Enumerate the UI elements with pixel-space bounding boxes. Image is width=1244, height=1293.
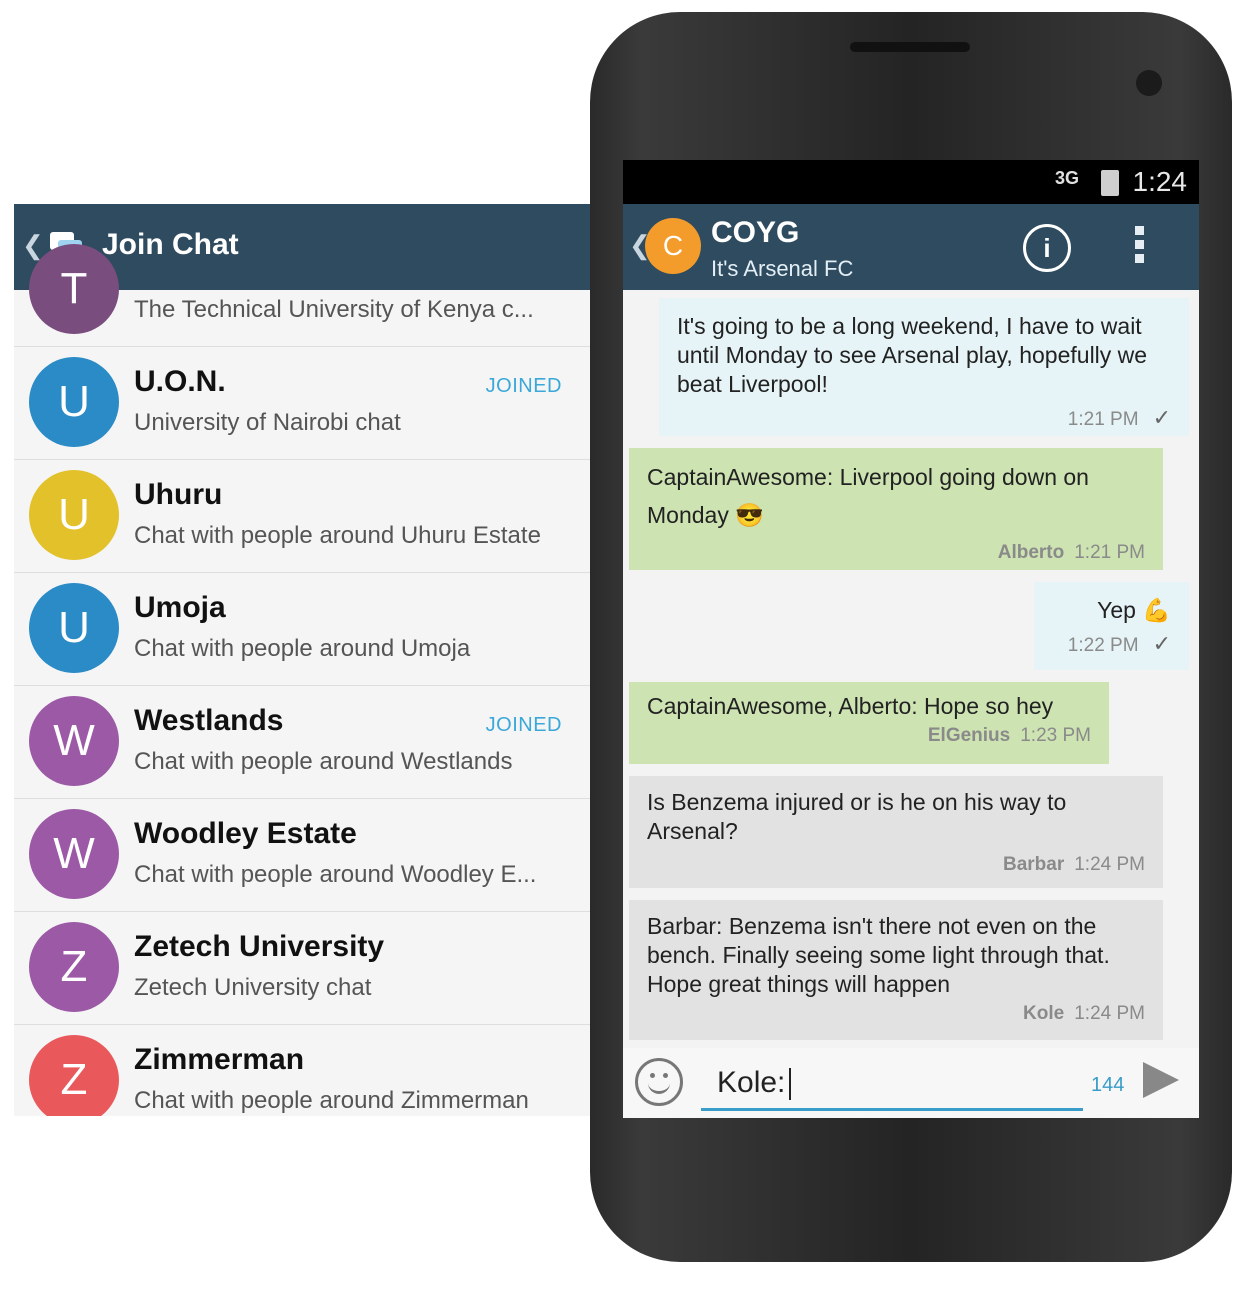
list-item[interactable]: U Umoja Chat with people around Umoja (14, 573, 590, 686)
message-meta: ElGenius 1:23 PM (647, 721, 1091, 750)
list-item-title: U.O.N. (134, 365, 226, 398)
avatar: W (29, 696, 119, 786)
message-meta: Barbar 1:24 PM (647, 850, 1145, 879)
message-composer: Kole: 144 (623, 1048, 1199, 1118)
overflow-menu-icon[interactable] (1135, 226, 1145, 268)
delivered-check-icon: ✓ (1152, 631, 1171, 656)
message-time: 1:24 PM (1074, 854, 1145, 875)
message-text: CaptainAwesome, Alberto: Hope so hey (647, 693, 1054, 719)
info-icon[interactable]: i (1023, 224, 1071, 272)
battery-icon (1101, 170, 1119, 196)
message-text: Is Benzema injured or is he on his way t… (647, 789, 1067, 844)
message-meta: Alberto 1:21 PM (647, 534, 1145, 572)
status-time: 1:24 (1132, 166, 1188, 197)
message-bubble: Yep 💪 1:22 PM ✓ (1034, 582, 1189, 670)
phone-camera (1136, 70, 1162, 96)
message-input-value: Kole: (717, 1066, 792, 1101)
list-item[interactable]: W Woodley Estate Chat with people around… (14, 799, 590, 912)
signal-icon: 3G (1054, 168, 1079, 188)
chat-header: ❮ C COYG It's Arsenal FC i (623, 204, 1199, 290)
list-item[interactable]: U U.O.N. JOINED University of Nairobi ch… (14, 347, 590, 460)
message-bubble: Barbar: Benzema isn't there not even on … (629, 900, 1163, 1040)
send-icon[interactable] (1143, 1062, 1179, 1098)
join-chat-panel: ❮ Join Chat T The Technical University o… (14, 204, 590, 1116)
list-item-description: Chat with people around Woodley E... (134, 861, 537, 888)
avatar[interactable]: C (645, 218, 701, 274)
list-item-title: Zimmerman (134, 1043, 305, 1076)
message-time: 1:24 PM (1074, 1003, 1145, 1024)
message-time: 1:21 PM (1067, 409, 1139, 430)
message-meta: Kole 1:24 PM (647, 999, 1145, 1028)
phone-speaker (850, 42, 970, 52)
message-sender: Barbar (1002, 854, 1065, 875)
list-item-description: Chat with people around Umoja (134, 635, 471, 662)
list-item[interactable]: T The Technical University of Kenya c... (14, 234, 590, 347)
delivered-check-icon: ✓ (1152, 405, 1171, 430)
message-text: CaptainAwesome: Liverpool going down on … (647, 464, 1089, 528)
list-item-title: Uhuru (134, 478, 223, 511)
list-item-description: Zetech University chat (134, 974, 372, 1001)
avatar: Z (29, 922, 119, 1012)
chat-screen: 3G 1:24 ❮ C COYG It's Arsenal FC i It's … (623, 160, 1199, 1118)
message-text: It's going to be a long weekend, I have … (677, 313, 1148, 397)
list-item-title: Zetech University (134, 930, 385, 963)
avatar: Z (29, 1035, 119, 1116)
list-item-description: University of Nairobi chat (134, 409, 401, 436)
avatar: U (29, 470, 119, 560)
list-item[interactable]: W Westlands JOINED Chat with people arou… (14, 686, 590, 799)
message-time: 1:23 PM (1020, 725, 1091, 746)
message-input[interactable]: Kole: (701, 1056, 1083, 1111)
message-text: Yep 💪 (1097, 597, 1171, 623)
joined-badge: JOINED (485, 375, 562, 397)
status-bar: 3G 1:24 (623, 160, 1199, 204)
message-sender: Kole (1023, 1003, 1065, 1024)
chat-subtitle: It's Arsenal FC (711, 256, 854, 281)
list-item-description: Chat with people around Zimmerman (134, 1087, 529, 1114)
message-meta: 1:22 PM ✓ (1052, 629, 1171, 660)
emoji-icon[interactable] (635, 1058, 683, 1106)
message-sender: Alberto (997, 542, 1065, 563)
message-bubble: CaptainAwesome, Alberto: Hope so hey ElG… (629, 682, 1109, 764)
list-item-description: The Technical University of Kenya c... (134, 296, 534, 323)
character-counter: 144 (1091, 1074, 1125, 1096)
joined-badge: JOINED (485, 714, 562, 736)
chat-title: COYG (711, 216, 800, 249)
message-sender: ElGenius (927, 725, 1011, 746)
message-bubble: It's going to be a long weekend, I have … (659, 298, 1189, 436)
message-bubble: CaptainAwesome: Liverpool going down on … (629, 448, 1163, 570)
avatar: W (29, 809, 119, 899)
list-item[interactable]: Z Zetech University Zetech University ch… (14, 912, 590, 1025)
message-time: 1:21 PM (1074, 542, 1145, 563)
list-item-title: Westlands (134, 704, 284, 737)
avatar: T (29, 244, 119, 334)
message-text: Barbar: Benzema isn't there not even on … (647, 913, 1110, 997)
list-item-description: Chat with people around Uhuru Estate (134, 522, 541, 549)
message-meta: 1:21 PM ✓ (677, 403, 1171, 434)
list-item[interactable]: U Uhuru Chat with people around Uhuru Es… (14, 460, 590, 573)
list-item[interactable]: Z Zimmerman Chat with people around Zimm… (14, 1025, 590, 1116)
list-item-title: Woodley Estate (134, 817, 357, 850)
avatar: U (29, 357, 119, 447)
list-item-description: Chat with people around Westlands (134, 748, 513, 775)
message-bubble: Is Benzema injured or is he on his way t… (629, 776, 1163, 888)
message-time: 1:22 PM (1067, 635, 1139, 656)
avatar: U (29, 583, 119, 673)
list-item-title: Umoja (134, 591, 226, 624)
